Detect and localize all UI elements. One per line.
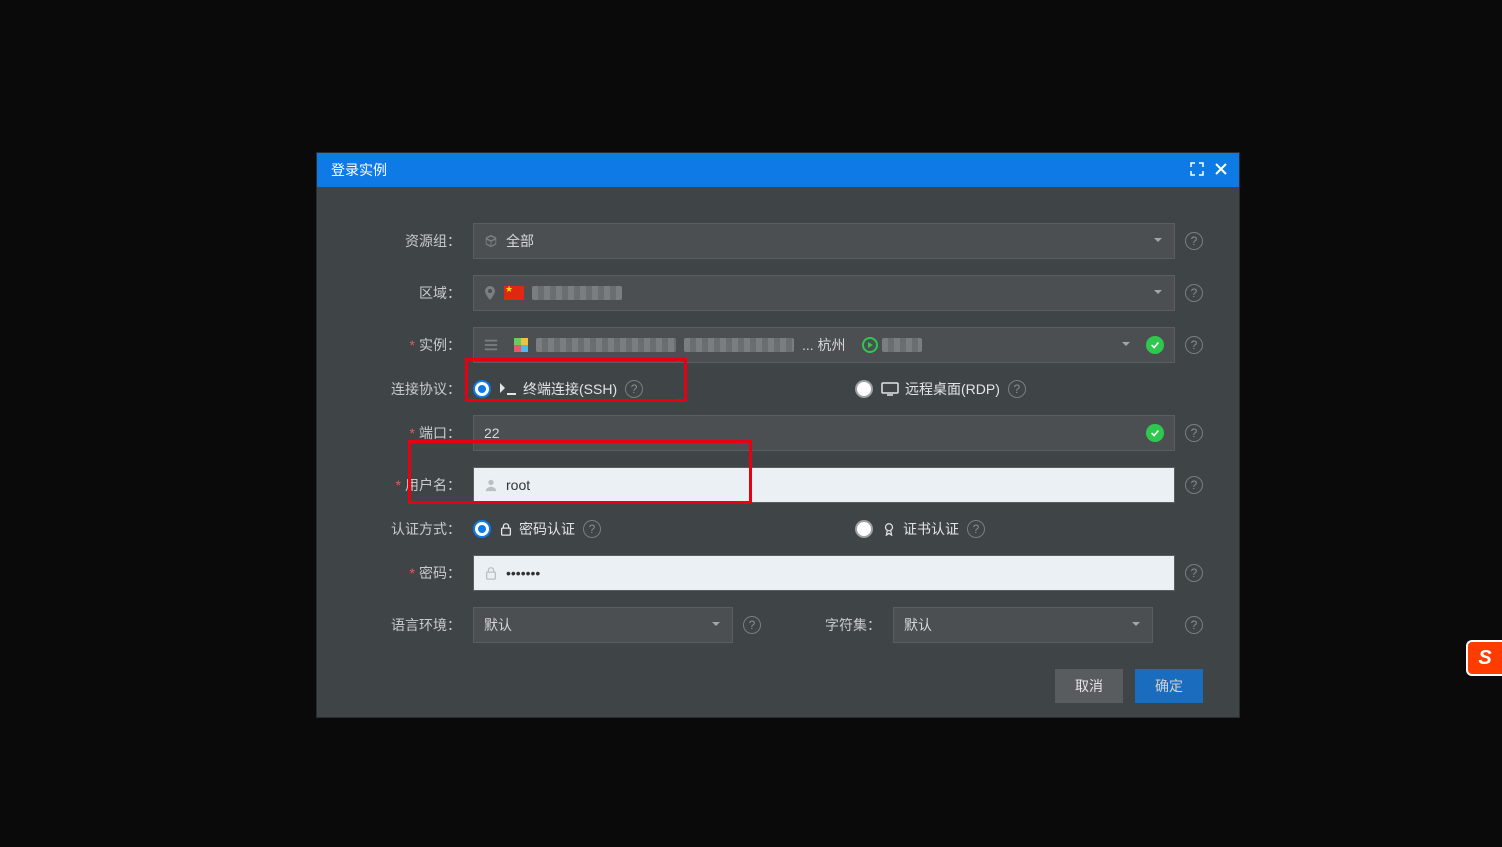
fullscreen-icon[interactable] xyxy=(1189,161,1205,180)
cancel-button[interactable]: 取消 xyxy=(1055,669,1123,703)
terminal-icon xyxy=(499,382,517,396)
chevron-down-icon xyxy=(1130,617,1142,633)
help-icon[interactable]: ? xyxy=(1185,476,1203,494)
instance-ip-redacted xyxy=(684,338,794,352)
label-instance: 实例： xyxy=(353,335,473,355)
row-username: 用户名： ? xyxy=(353,467,1203,503)
select-charset[interactable]: 默认 xyxy=(893,607,1153,643)
radio-rdp[interactable] xyxy=(855,380,873,398)
login-instance-dialog: 登录实例 资源组： 全部 xyxy=(316,152,1240,718)
help-icon[interactable]: ? xyxy=(1185,336,1203,354)
lock-icon xyxy=(499,522,513,536)
row-locale-charset: 语言环境： 默认 ? 字符集： 默认 ? xyxy=(353,607,1203,643)
play-status-icon xyxy=(862,337,878,353)
region-redacted xyxy=(532,286,622,300)
row-protocol: 连接协议： 终端连接(SSH) ? 远程桌面(RDP) ? xyxy=(353,379,1203,399)
instance-id-redacted xyxy=(536,338,676,352)
radio-option-certificate[interactable]: 证书认证 ? xyxy=(855,519,1175,539)
radio-password[interactable] xyxy=(473,520,491,538)
label-region: 区域： xyxy=(353,283,473,303)
cube-icon xyxy=(484,234,498,248)
check-icon xyxy=(1146,424,1164,442)
select-locale[interactable]: 默认 xyxy=(473,607,733,643)
select-instance[interactable]: ... 杭州 xyxy=(473,327,1175,363)
user-icon xyxy=(484,478,498,492)
select-resource-group[interactable]: 全部 xyxy=(473,223,1175,259)
label-auth: 认证方式： xyxy=(353,519,473,539)
port-input[interactable] xyxy=(484,425,1146,441)
check-icon xyxy=(1146,336,1164,354)
locale-value: 默认 xyxy=(484,615,512,635)
label-username: 用户名： xyxy=(353,475,473,495)
radio-option-rdp[interactable]: 远程桌面(RDP) ? xyxy=(855,379,1175,399)
radio-certificate[interactable] xyxy=(855,520,873,538)
help-icon[interactable]: ? xyxy=(1185,616,1203,634)
label-password: 密码： xyxy=(353,563,473,583)
help-icon[interactable]: ? xyxy=(1185,424,1203,442)
label-protocol: 连接协议： xyxy=(353,379,473,399)
help-icon[interactable]: ? xyxy=(1185,232,1203,250)
help-icon[interactable]: ? xyxy=(1185,564,1203,582)
help-icon[interactable]: ? xyxy=(625,380,643,398)
flag-cn-icon xyxy=(504,286,524,300)
dialog-footer: 取消 确定 xyxy=(353,669,1203,703)
dialog-header: 登录实例 xyxy=(317,153,1239,187)
chevron-down-icon xyxy=(710,617,722,633)
instance-status xyxy=(862,337,922,353)
radio-ssh[interactable] xyxy=(473,380,491,398)
close-icon[interactable] xyxy=(1213,161,1229,180)
monitor-icon xyxy=(881,382,899,396)
input-username-wrap xyxy=(473,467,1175,503)
help-icon[interactable]: ? xyxy=(743,616,761,634)
location-pin-icon xyxy=(484,286,496,300)
row-resource-group: 资源组： 全部 ? xyxy=(353,223,1203,259)
rdp-label: 远程桌面(RDP) xyxy=(905,379,1000,399)
radio-option-ssh[interactable]: 终端连接(SSH) ? xyxy=(473,379,813,399)
chevron-down-icon xyxy=(1120,337,1132,353)
label-resource-group: 资源组： xyxy=(353,231,473,251)
row-password: 密码： ? xyxy=(353,555,1203,591)
label-port: 端口： xyxy=(353,423,473,443)
help-icon[interactable]: ? xyxy=(1185,284,1203,302)
row-port: 端口： ? xyxy=(353,415,1203,451)
help-icon[interactable]: ? xyxy=(1008,380,1026,398)
help-icon[interactable]: ? xyxy=(583,520,601,538)
select-region[interactable] xyxy=(473,275,1175,311)
charset-value: 默认 xyxy=(904,615,932,635)
password-input[interactable] xyxy=(506,565,1164,581)
instance-type-icon xyxy=(514,338,528,352)
certificate-icon xyxy=(881,522,897,536)
confirm-button[interactable]: 确定 xyxy=(1135,669,1203,703)
dialog-body: 资源组： 全部 ? 区域： xyxy=(317,187,1239,727)
label-charset: 字符集： xyxy=(761,615,893,635)
lock-icon xyxy=(484,566,498,580)
label-locale: 语言环境： xyxy=(353,615,473,635)
password-auth-label: 密码认证 xyxy=(519,519,575,539)
row-region: 区域： ? xyxy=(353,275,1203,311)
header-actions xyxy=(1189,161,1229,180)
resource-group-value: 全部 xyxy=(506,231,534,251)
dialog-title: 登录实例 xyxy=(331,160,387,180)
certificate-auth-label: 证书认证 xyxy=(903,519,959,539)
input-password-wrap xyxy=(473,555,1175,591)
row-auth: 认证方式： 密码认证 ? 证书认证 ? xyxy=(353,519,1203,539)
help-icon[interactable]: ? xyxy=(967,520,985,538)
instance-location: ... 杭州 xyxy=(802,335,846,355)
radio-option-password[interactable]: 密码认证 ? xyxy=(473,519,813,539)
chevron-down-icon xyxy=(1152,285,1164,301)
chevron-down-icon xyxy=(1152,233,1164,249)
instance-status-redacted xyxy=(882,338,922,352)
side-badge[interactable]: S xyxy=(1466,640,1502,676)
ssh-label: 终端连接(SSH) xyxy=(523,379,617,399)
username-input[interactable] xyxy=(506,477,1164,493)
list-icon xyxy=(484,338,498,352)
input-port-wrap xyxy=(473,415,1175,451)
row-instance: 实例： ... 杭州 xyxy=(353,327,1203,363)
